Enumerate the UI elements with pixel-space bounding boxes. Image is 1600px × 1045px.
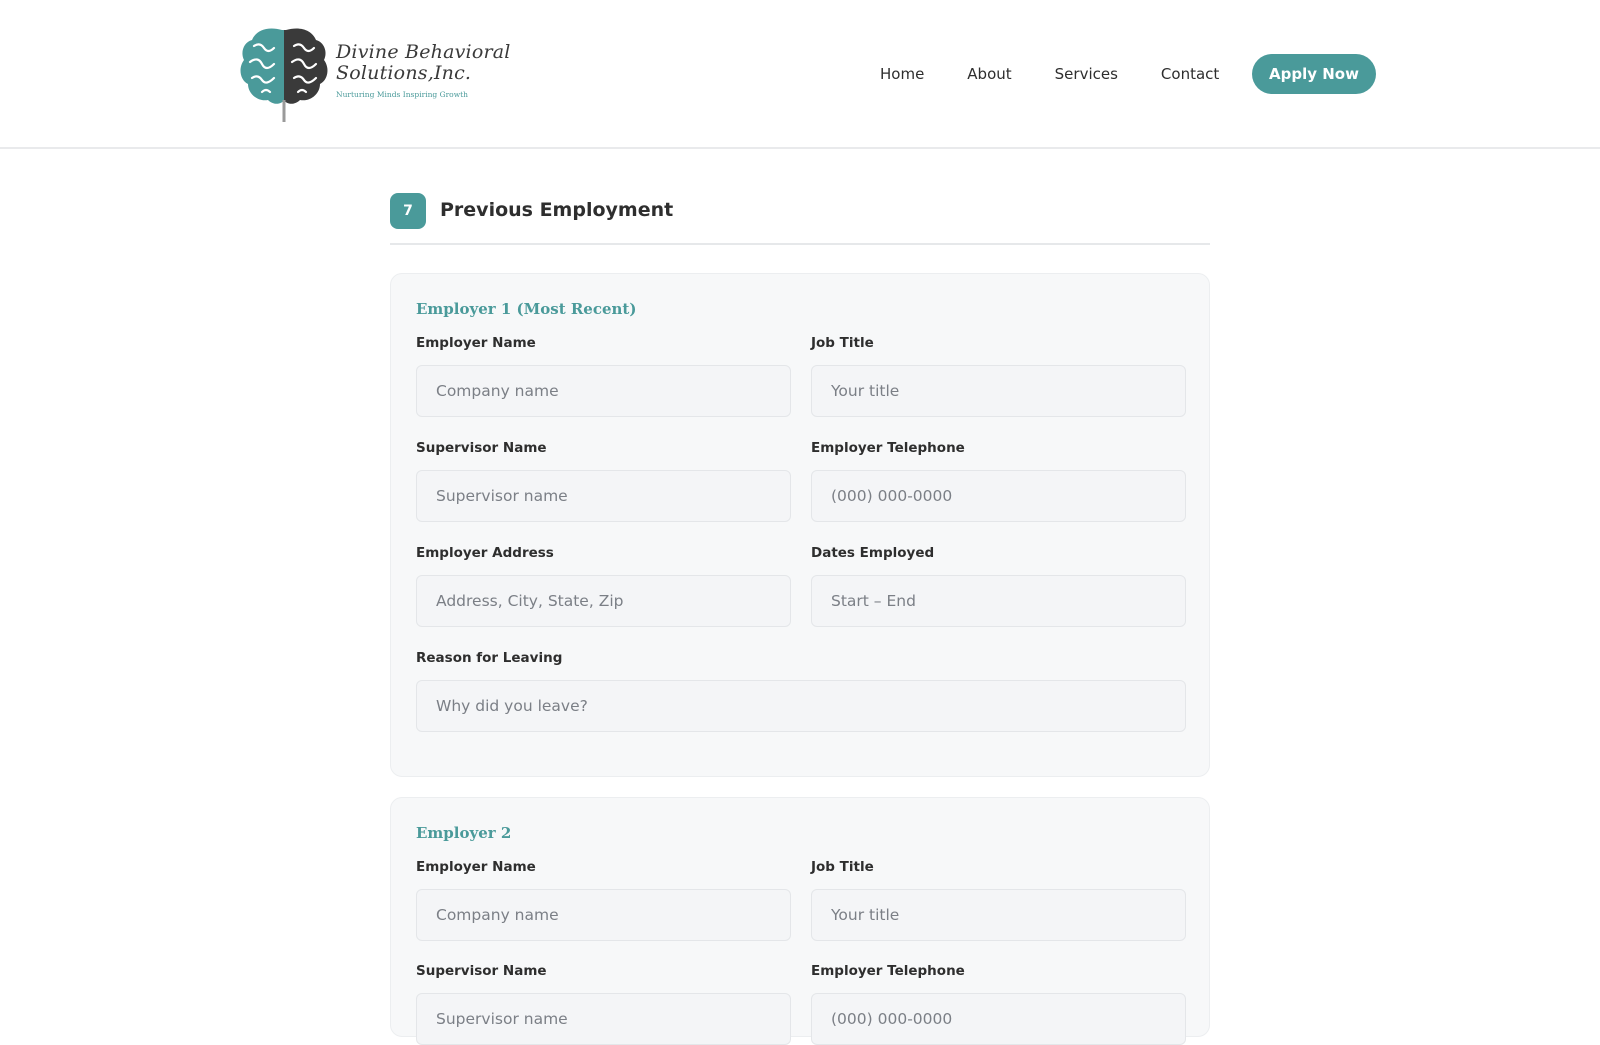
job-title-label: Job Title — [811, 335, 874, 351]
reason-for-leaving-input[interactable] — [416, 680, 1186, 732]
company-logo[interactable]: Divine Behavioral Solutions,Inc. Nurturi… — [238, 22, 510, 124]
logo-line-1: Divine Behavioral — [336, 40, 511, 63]
dates-employed-label: Dates Employed — [811, 545, 935, 561]
site-header: Divine Behavioral Solutions,Inc. Nurturi… — [0, 0, 1600, 149]
brain-tree-logo-icon — [240, 28, 328, 122]
nav-link-services[interactable]: Services — [1055, 65, 1118, 83]
dates-employed-input[interactable] — [811, 575, 1186, 627]
job-title-input[interactable] — [811, 889, 1186, 941]
step-number-badge: 7 — [390, 193, 426, 229]
main-nav: Home About Services Contact — [880, 54, 1262, 94]
employer-2-card: Employer 2 Employer Name Job Title Super… — [390, 797, 1210, 1045]
nav-link-home[interactable]: Home — [880, 65, 924, 83]
employer-name-input[interactable] — [416, 365, 791, 417]
employer-2-job-title-field: Job Title — [811, 858, 1186, 941]
employer-1-card: Employer 1 (Most Recent) Employer Name J… — [390, 273, 1210, 777]
employer-name-label: Employer Name — [416, 859, 536, 875]
employer-2-title: Employer 2 — [416, 824, 512, 842]
job-title-input[interactable] — [811, 365, 1186, 417]
employer-2-name-field: Employer Name — [416, 858, 791, 941]
employer-telephone-label: Employer Telephone — [811, 963, 965, 979]
employer-1-title: Employer 1 (Most Recent) — [416, 300, 637, 318]
supervisor-name-input[interactable] — [416, 470, 791, 522]
supervisor-name-input[interactable] — [416, 993, 791, 1045]
employer-address-input[interactable] — [416, 575, 791, 627]
employer-1-dates-field: Dates Employed — [811, 544, 1186, 627]
employer-2-telephone-field: Employer Telephone — [811, 962, 1186, 1045]
job-title-label: Job Title — [811, 859, 874, 875]
employer-1-job-title-field: Job Title — [811, 334, 1186, 417]
employer-name-label: Employer Name — [416, 335, 536, 351]
section-title: Previous Employment — [440, 199, 674, 221]
supervisor-name-label: Supervisor Name — [416, 440, 547, 456]
employer-telephone-label: Employer Telephone — [811, 440, 965, 456]
employer-address-label: Employer Address — [416, 545, 554, 561]
employer-name-input[interactable] — [416, 889, 791, 941]
employer-telephone-input[interactable] — [811, 470, 1186, 522]
employer-1-name-field: Employer Name — [416, 334, 791, 417]
employer-1-supervisor-field: Supervisor Name — [416, 439, 791, 522]
employer-1-telephone-field: Employer Telephone — [811, 439, 1186, 522]
supervisor-name-label: Supervisor Name — [416, 963, 547, 979]
section-heading: 7 Previous Employment — [390, 193, 1210, 245]
employer-2-supervisor-field: Supervisor Name — [416, 962, 791, 1045]
reason-for-leaving-label: Reason for Leaving — [416, 650, 563, 666]
apply-now-button[interactable]: Apply Now — [1252, 54, 1376, 94]
logo-wordmark: Divine Behavioral Solutions,Inc. Nurturi… — [336, 40, 511, 99]
nav-link-about[interactable]: About — [967, 65, 1011, 83]
employer-telephone-input[interactable] — [811, 993, 1186, 1045]
employer-1-address-field: Employer Address — [416, 544, 791, 627]
employer-1-reason-field: Reason for Leaving — [416, 649, 1186, 732]
logo-line-2: Solutions,Inc. — [336, 61, 472, 84]
nav-link-contact[interactable]: Contact — [1161, 65, 1219, 83]
logo-tagline: Nurturing Minds Inspiring Growth — [336, 89, 468, 99]
